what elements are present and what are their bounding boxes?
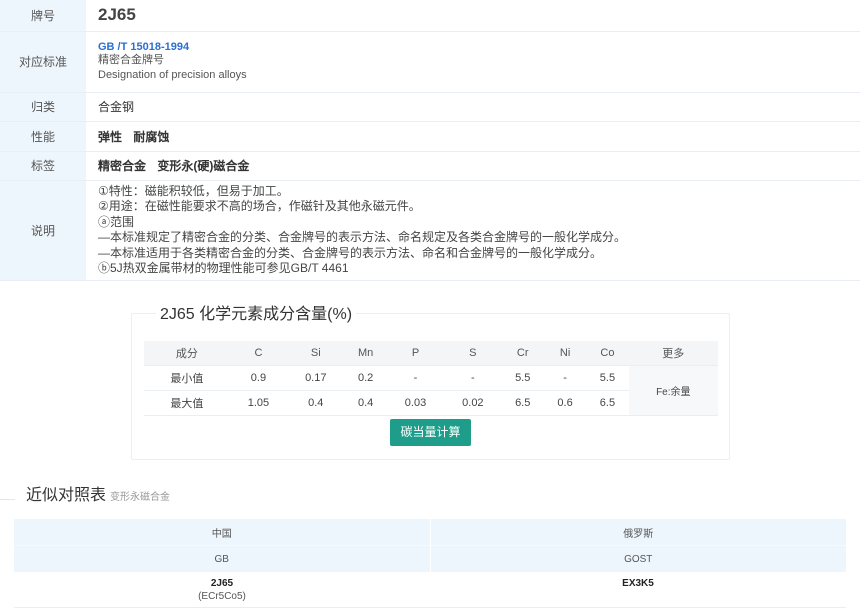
- composition-table: 成分 C Si Mn P S Cr Ni Co 更多 最小值 0.9 0.17 …: [144, 341, 718, 416]
- min-row: 最小值 0.9 0.17 0.2 - - 5.5 - 5.5 Fe:余量: [144, 365, 718, 416]
- standard-name-en: Designation of precision alloys: [98, 68, 247, 81]
- standard-system-cell: GOST: [429, 545, 846, 572]
- country-cell: 俄罗斯: [429, 519, 846, 546]
- col-header: Mn: [344, 341, 387, 366]
- category-label: 归类: [0, 92, 86, 122]
- max-cell: 0.02: [444, 390, 502, 416]
- cross-reference-title: 近似对照表: [26, 487, 107, 504]
- min-cell: 最小值: [144, 365, 230, 391]
- col-header: C: [229, 341, 288, 366]
- cross-reference-heading: 近似对照表 变形永磁合金: [26, 481, 170, 505]
- tag-item[interactable]: 精密合金: [98, 159, 146, 173]
- cross-reference-table: 中国 俄罗斯 GB GOST 2J65 (ECr5Co5) EX3K5: [14, 519, 846, 608]
- more-cell: Fe:余量: [628, 365, 718, 416]
- max-cell: 0.4: [344, 390, 387, 416]
- description-row: 说明 ①特性：磁能积较低，但易于加工。 ②用途：在磁性能要求不高的场合，作磁针及…: [0, 180, 860, 281]
- grade-value-cell: 2J65: [86, 0, 860, 32]
- min-cell: 0.2: [344, 365, 387, 391]
- col-header-more: 更多: [628, 341, 718, 366]
- performance-label: 性能: [0, 121, 86, 152]
- section-divider: [0, 499, 15, 500]
- description-line: —本标准规定了精密合金的分类、合金牌号的表示方法、命名规定及各类合金牌号的一般化…: [98, 230, 627, 244]
- performance-row: 性能 弹性 耐腐蚀: [0, 121, 860, 152]
- grade-compare-cell: EX3K5: [430, 572, 846, 608]
- min-cell: -: [386, 365, 445, 391]
- min-cell: 0.9: [229, 365, 288, 391]
- equivalent-grade-link[interactable]: 2J65: [15, 577, 429, 590]
- min-cell: 5.5: [586, 365, 629, 391]
- grade-value: 2J65: [98, 5, 136, 25]
- country-row: 中国 俄罗斯: [14, 519, 846, 546]
- col-header: P: [386, 341, 445, 366]
- standard-row: 对应标准 GB /T 15018-1994 精密合金牌号 Designation…: [0, 31, 860, 93]
- max-cell: 0.4: [287, 390, 345, 416]
- col-header: 成分: [144, 341, 230, 366]
- grade-label: 牌号: [0, 0, 86, 32]
- description-text: ①特性：磁能积较低，但易于加工。 ②用途：在磁性能要求不高的场合，作磁针及其他永…: [86, 180, 860, 281]
- carbon-equivalent-button[interactable]: 碳当量计算: [390, 419, 471, 446]
- composition-header-row: 成分 C Si Mn P S Cr Ni Co 更多: [144, 341, 718, 366]
- description-line: ①特性：磁能积较低，但易于加工。: [98, 183, 289, 198]
- min-cell: -: [444, 365, 502, 391]
- col-header: S: [444, 341, 502, 366]
- performance-tag[interactable]: 耐腐蚀: [133, 130, 169, 144]
- col-header: Ni: [543, 341, 587, 366]
- country-cell: 中国: [14, 519, 430, 546]
- col-header: Cr: [501, 341, 544, 366]
- performance-tags: 弹性 耐腐蚀: [86, 121, 860, 152]
- tags-label: 标签: [0, 151, 86, 181]
- equivalent-grade-alias: (ECr5Co5): [198, 591, 246, 602]
- performance-tag[interactable]: 弹性: [98, 130, 122, 144]
- description-line: ⓐ范围: [98, 214, 135, 229]
- min-cell: 0.17: [287, 365, 345, 391]
- standard-label: 对应标准: [0, 31, 86, 93]
- cross-reference-subtitle: 变形永磁合金: [110, 492, 171, 503]
- max-cell: 6.5: [586, 390, 629, 416]
- standard-name-cn: 精密合金牌号: [98, 53, 164, 66]
- composition-title: 2J65 化学元素成分含量(%): [156, 300, 357, 324]
- grade-compare-cell: 2J65 (ECr5Co5): [14, 572, 430, 608]
- standard-value-cell: GB /T 15018-1994 精密合金牌号 Designation of p…: [86, 31, 860, 93]
- standard-system-cell: GB: [14, 545, 430, 572]
- max-cell: 1.05: [229, 390, 288, 416]
- alloy-info-table: 牌号 2J65 对应标准 GB /T 15018-1994 精密合金牌号 Des…: [0, 0, 860, 281]
- grade-compare-row: 2J65 (ECr5Co5) EX3K5: [14, 572, 846, 608]
- description-line: ⓑ5J热双金属带材的物理性能可参见GB/T 4461: [98, 261, 349, 275]
- min-cell: -: [543, 365, 587, 391]
- category-value: 合金钢: [86, 92, 860, 122]
- max-cell: 0.6: [543, 390, 587, 416]
- standard-system-row: GB GOST: [14, 545, 846, 572]
- max-cell: 最大值: [144, 390, 230, 416]
- tag-item[interactable]: 变形永(硬)磁合金: [157, 159, 249, 173]
- col-header: Co: [586, 341, 629, 366]
- max-cell: 6.5: [501, 390, 544, 416]
- equivalent-grade-link[interactable]: EX3K5: [431, 577, 845, 590]
- max-cell: 0.03: [386, 390, 445, 416]
- col-header: Si: [287, 341, 345, 366]
- description-line: ②用途：在磁性能要求不高的场合，作磁针及其他永磁元件。: [98, 199, 421, 213]
- category-row: 归类 合金钢: [0, 92, 860, 122]
- grade-row: 牌号 2J65: [0, 0, 860, 32]
- tags-row: 标签 精密合金 变形永(硬)磁合金: [0, 151, 860, 181]
- description-line: —本标准适用于各类精密合金的分类、合金牌号的表示方法、命名和合金牌号的一般化学成…: [98, 245, 603, 260]
- standard-code-link[interactable]: GB /T 15018-1994: [98, 41, 860, 53]
- description-label: 说明: [0, 180, 86, 281]
- tags-values: 精密合金 变形永(硬)磁合金: [86, 151, 860, 181]
- composition-card: 2J65 化学元素成分含量(%) 成分 C Si Mn P S Cr Ni Co…: [131, 300, 730, 460]
- min-cell: 5.5: [501, 365, 544, 391]
